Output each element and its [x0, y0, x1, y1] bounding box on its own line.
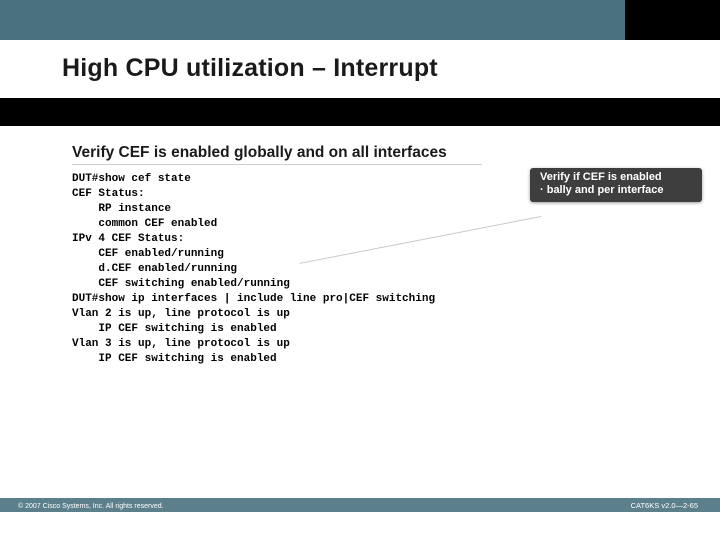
top-band — [0, 0, 720, 40]
footer-copyright: © 2007 Cisco Systems, Inc. All rights re… — [18, 503, 164, 510]
callout-text-line1: Verify if CEF is enabled — [540, 171, 692, 184]
footer-slide-id: CAT6KS v2.0—2-65 — [631, 501, 698, 510]
section-rule — [72, 164, 482, 165]
callout-box: Verify if CEF is enabled · bally and per… — [530, 168, 702, 202]
slide: High CPU utilization – Interrupt Verify … — [0, 0, 720, 540]
cli-output: DUT#show cef state CEF Status: RP instan… — [72, 172, 435, 367]
section-heading: Verify CEF is enabled globally and on al… — [72, 144, 447, 162]
slide-title: High CPU utilization – Interrupt — [62, 54, 670, 83]
title-underline — [0, 98, 720, 126]
callout-text-line2: · bally and per interface — [540, 184, 692, 197]
